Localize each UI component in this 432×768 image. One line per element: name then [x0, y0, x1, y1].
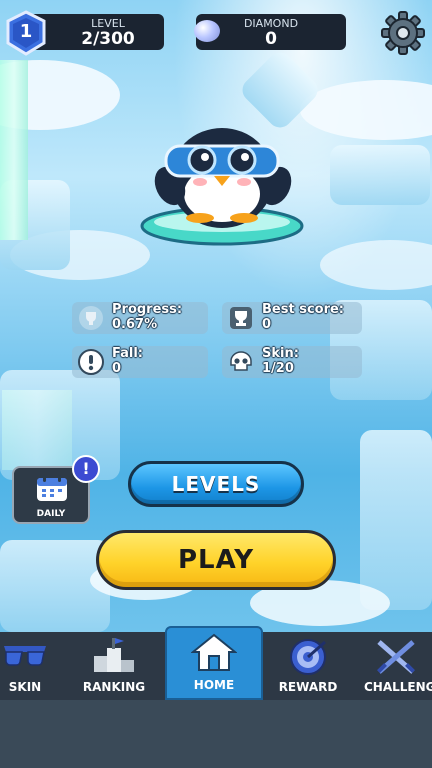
fall-value: 0: [112, 361, 122, 376]
progress-label: Progress:: [112, 302, 183, 317]
target-icon: [290, 639, 326, 675]
fall-label: Fall:: [112, 346, 144, 361]
skin-label: Skin:: [262, 346, 299, 361]
settings-button[interactable]: [378, 10, 428, 56]
level-badge-number: 1: [19, 21, 33, 42]
best-score-value: 0: [262, 317, 272, 332]
skin-value: 1/20: [262, 361, 294, 376]
level-value: 2/300: [81, 29, 135, 49]
tab-skin[interactable]: SKIN: [0, 632, 50, 700]
tab-reward-label: REWARD: [278, 680, 338, 694]
tab-home[interactable]: HOME: [165, 626, 263, 700]
skin-stat: Skin: 1/20: [222, 346, 362, 378]
shield-icon: 1: [4, 10, 48, 56]
gear-icon: [381, 11, 425, 55]
tab-challenge-label: CHALLENGE: [364, 680, 432, 694]
bottom-area: [0, 700, 432, 768]
play-button[interactable]: PLAY: [96, 530, 336, 590]
calendar-icon: [37, 475, 67, 501]
home-icon: [191, 633, 237, 671]
tab-ranking-label: RANKING: [82, 680, 146, 694]
crossed-swords-icon: [377, 640, 415, 674]
diamond-panel: DIAMOND 0: [194, 14, 346, 50]
levels-button[interactable]: LEVELS: [128, 461, 304, 507]
progress-value: 0.67%: [112, 317, 158, 332]
notification-badge: !: [72, 455, 100, 483]
podium-icon: [94, 638, 134, 672]
diamond-value: 0: [265, 29, 277, 49]
cup-icon: [230, 307, 252, 329]
fall-stat: Fall: 0: [72, 346, 208, 378]
bottom-nav: SKIN RANKING HOME REWARD CHALLENG: [0, 626, 432, 700]
tab-skin-label: SKIN: [8, 680, 42, 694]
sunglasses-icon: [4, 646, 46, 666]
skull-icon: [230, 351, 252, 371]
tab-home-label: HOME: [193, 678, 235, 692]
daily-label: DAILY: [36, 509, 66, 519]
tab-ranking[interactable]: RANKING: [76, 632, 152, 700]
best-score-stat: Best score: 0: [222, 302, 362, 334]
tab-reward[interactable]: REWARD: [270, 632, 346, 700]
penguin-character: [136, 118, 308, 260]
tab-challenge[interactable]: CHALLENGE: [360, 632, 432, 700]
best-score-label: Best score:: [262, 302, 345, 317]
alert-icon: [78, 349, 104, 375]
progress-stat: Progress: 0.67%: [72, 302, 208, 334]
trophy-icon: [79, 306, 103, 330]
